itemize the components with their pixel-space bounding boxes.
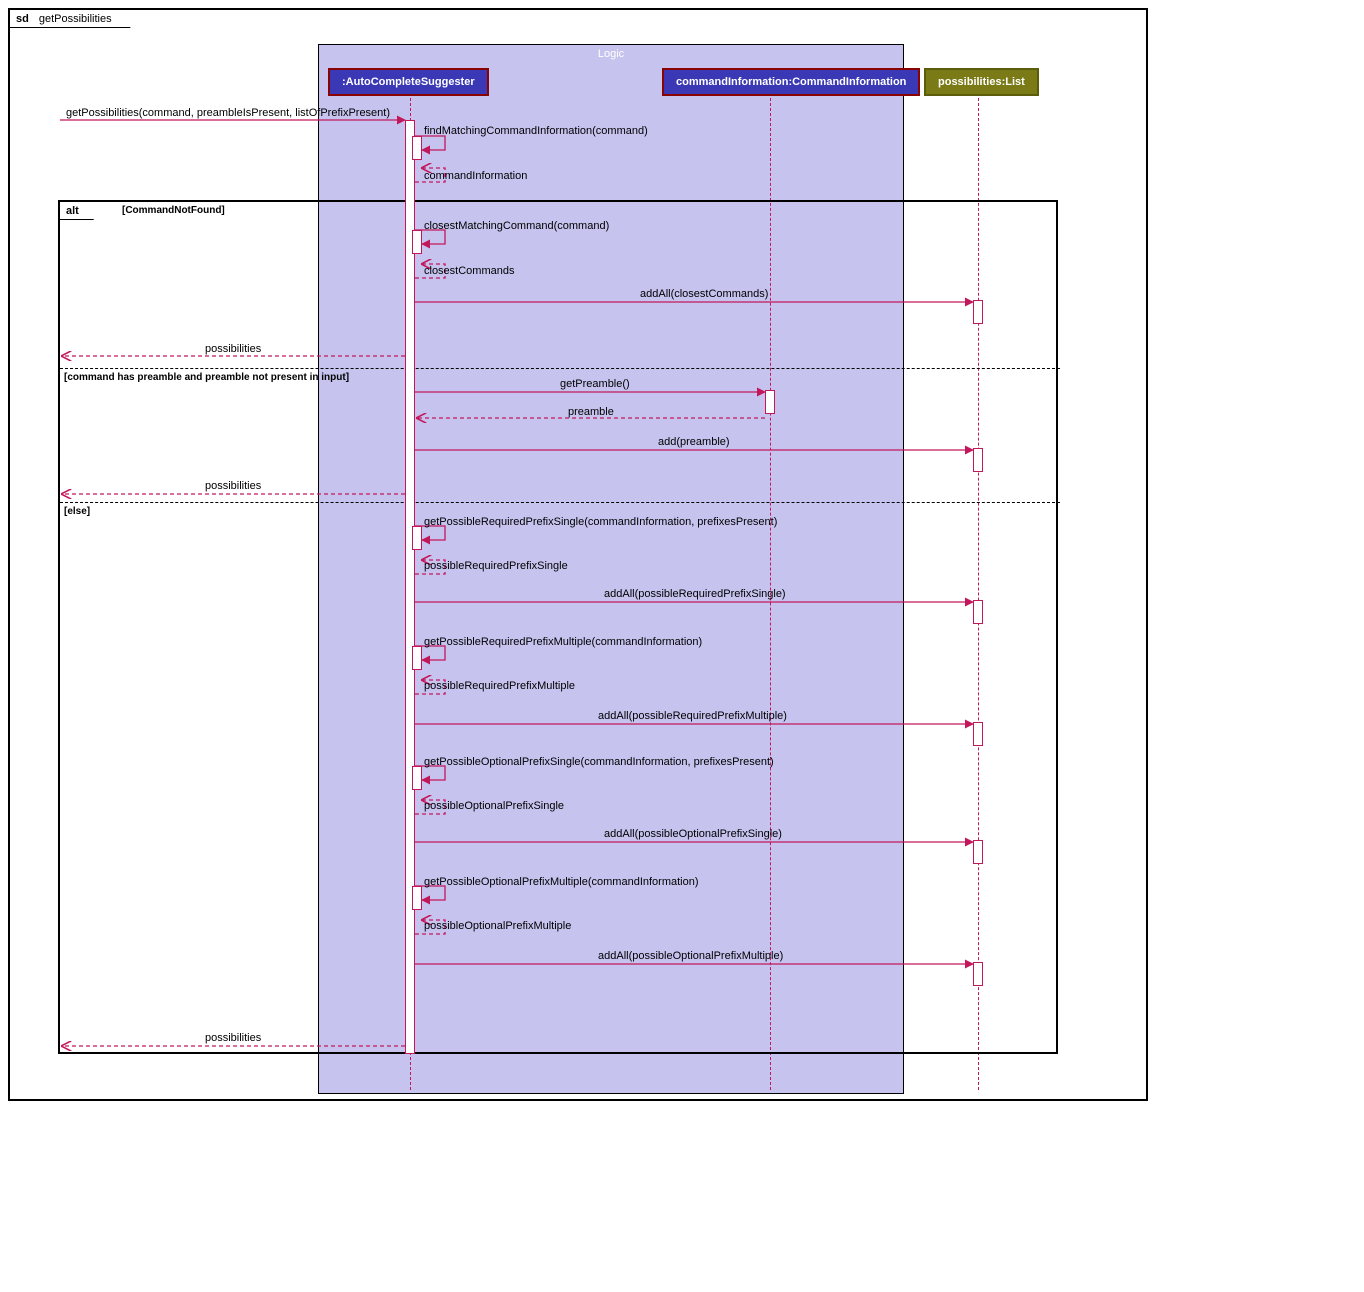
activation-cmdinfo-1: [765, 390, 775, 414]
msg-22: possibleOptionalPrefixMultiple: [424, 920, 571, 932]
activation-poss-4: [973, 722, 983, 746]
msg-1: getPossibilities(command, preambleIsPres…: [66, 107, 390, 119]
sd-keyword: sd: [16, 13, 29, 25]
msg-3: commandInformation: [424, 170, 527, 182]
msg-6: addAll(closestCommands): [640, 288, 768, 300]
activation-self-3: [412, 526, 422, 550]
sequence-diagram-frame: sd getPossibilities Logic :AutoCompleteS…: [8, 8, 1148, 1101]
msg-24: possibilities: [205, 1032, 261, 1044]
participant-suggester: :AutoCompleteSuggester: [328, 68, 489, 96]
frame-title: getPossibilities: [39, 13, 112, 25]
msg-9: preamble: [568, 406, 614, 418]
guard-2: [command has preamble and preamble not p…: [64, 372, 349, 383]
activation-suggester-main: [405, 120, 415, 1054]
msg-18: getPossibleOptionalPrefixSingle(commandI…: [424, 756, 774, 768]
msg-17: addAll(possibleRequiredPrefixMultiple): [598, 710, 787, 722]
msg-10: add(preamble): [658, 436, 730, 448]
msg-5: closestCommands: [424, 265, 514, 277]
activation-self-2: [412, 230, 422, 254]
msg-4: closestMatchingCommand(command): [424, 220, 609, 232]
activation-self-6: [412, 886, 422, 910]
msg-23: addAll(possibleOptionalPrefixMultiple): [598, 950, 783, 962]
msg-16: possibleRequiredPrefixMultiple: [424, 680, 575, 692]
activation-poss-6: [973, 962, 983, 986]
participant-cmdinfo: commandInformation:CommandInformation: [662, 68, 920, 96]
msg-15: getPossibleRequiredPrefixMultiple(comman…: [424, 636, 702, 648]
activation-poss-3: [973, 600, 983, 624]
msg-20: addAll(possibleOptionalPrefixSingle): [604, 828, 782, 840]
msg-12: getPossibleRequiredPrefixSingle(commandI…: [424, 516, 777, 528]
alt-divider-2: [60, 502, 1060, 503]
msg-11: possibilities: [205, 480, 261, 492]
msg-21: getPossibleOptionalPrefixMultiple(comman…: [424, 876, 699, 888]
activation-poss-2: [973, 448, 983, 472]
activation-poss-5: [973, 840, 983, 864]
frame-tab: sd getPossibilities: [10, 10, 131, 28]
activation-self-4: [412, 646, 422, 670]
msg-19: possibleOptionalPrefixSingle: [424, 800, 564, 812]
logic-title: Logic: [319, 45, 903, 63]
msg-14: addAll(possibleRequiredPrefixSingle): [604, 588, 786, 600]
activation-self-5: [412, 766, 422, 790]
alt-tab: alt: [60, 202, 94, 220]
guard-1: [CommandNotFound]: [122, 205, 225, 216]
msg-7: possibilities: [205, 343, 261, 355]
participant-possibilities: possibilities:List: [924, 68, 1039, 96]
msg-8: getPreamble(): [560, 378, 630, 390]
activation-poss-1: [973, 300, 983, 324]
msg-13: possibleRequiredPrefixSingle: [424, 560, 568, 572]
guard-3: [else]: [64, 506, 90, 517]
alt-divider-1: [60, 368, 1060, 369]
activation-self-1: [412, 136, 422, 160]
msg-2: findMatchingCommandInformation(command): [424, 125, 648, 137]
